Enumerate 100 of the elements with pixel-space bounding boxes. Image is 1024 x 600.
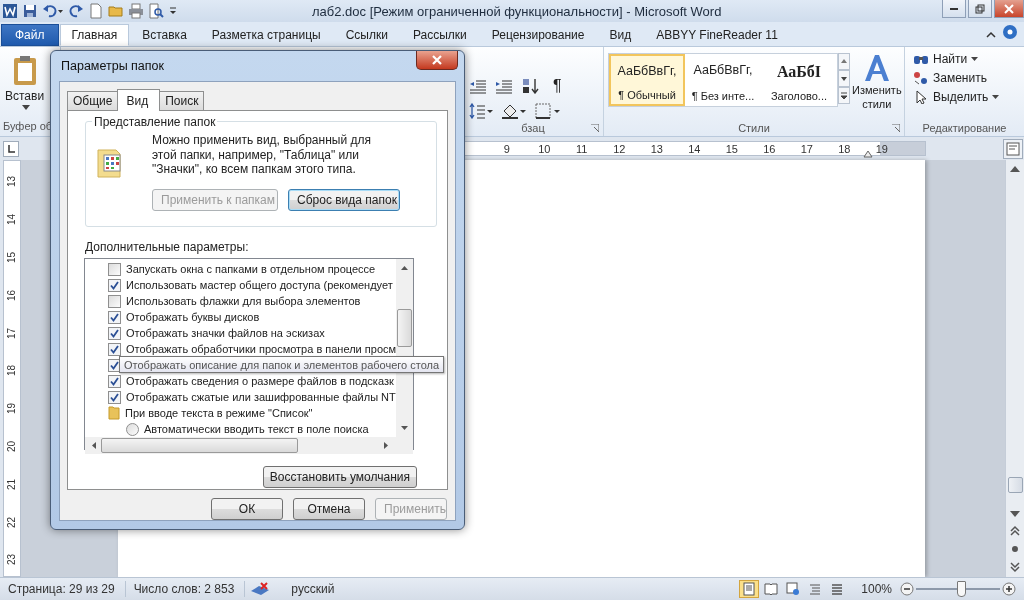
scroll-thumb[interactable] xyxy=(397,309,412,347)
dialog-tab[interactable]: Общие xyxy=(67,91,119,110)
caret-icon xyxy=(971,56,979,62)
replace-button[interactable]: Заменить xyxy=(913,70,1024,86)
ribbon-tab[interactable]: Рецензирование xyxy=(479,24,597,46)
minimize-icon xyxy=(950,7,958,10)
print-preview-icon[interactable] xyxy=(148,3,164,19)
ruler-number: 12 xyxy=(613,142,626,155)
radio-button[interactable] xyxy=(126,422,139,436)
borders-icon[interactable] xyxy=(535,103,561,119)
scroll-up-icon[interactable] xyxy=(1009,164,1021,174)
checkbox[interactable] xyxy=(108,262,121,276)
folder-grid-icon xyxy=(96,147,124,179)
setting-label: Отображать сведения о размере файлов в подсказк xyxy=(126,375,394,387)
collapse-ribbon-icon[interactable] xyxy=(986,30,996,40)
ruler-number: 9 xyxy=(503,142,510,155)
ruler-number: 23 xyxy=(6,554,18,566)
dialog-button[interactable]: Отмена xyxy=(293,498,365,520)
ruler-number: 16 xyxy=(763,142,776,155)
redo-icon[interactable] xyxy=(68,3,84,19)
ruler-toggle-button[interactable] xyxy=(1003,138,1023,159)
group-legend: Представление папок xyxy=(92,115,218,129)
zoom-in-icon[interactable] xyxy=(1002,582,1016,596)
ribbon-tab[interactable]: Файл xyxy=(1,24,59,46)
ribbon-tab[interactable]: Главная xyxy=(59,24,130,46)
printer-icon[interactable] xyxy=(128,3,144,19)
next-page-icon[interactable] xyxy=(1009,561,1021,573)
scroll-down-icon[interactable] xyxy=(838,70,850,87)
checkbox[interactable] xyxy=(108,390,121,404)
browse-object-icon[interactable] xyxy=(1009,543,1021,555)
checkbox[interactable] xyxy=(108,310,121,324)
more-icon[interactable] xyxy=(838,87,850,104)
word-count[interactable]: Число слов: 2 853 xyxy=(125,581,246,597)
minimize-button[interactable] xyxy=(942,0,966,18)
page-count[interactable]: Страница: 29 из 29 xyxy=(0,581,126,597)
ribbon-tab[interactable]: Рассылки xyxy=(400,24,479,46)
zoom-level[interactable]: 100% xyxy=(861,582,892,596)
checkbox[interactable] xyxy=(108,326,121,340)
dialog-title: Параметры папок xyxy=(60,59,164,73)
paste-button[interactable]: Встави xyxy=(5,89,45,103)
dialog-launcher-icon[interactable] xyxy=(892,124,900,132)
restore-defaults-button[interactable]: Восстановить умолчания xyxy=(262,466,417,488)
dialog-button[interactable]: ОК xyxy=(211,498,283,520)
select-button[interactable]: Выделить xyxy=(913,89,1024,105)
vertical-scrollbar[interactable] xyxy=(1005,160,1024,577)
zoom-slider-thumb[interactable] xyxy=(956,581,966,597)
scroll-left-icon[interactable] xyxy=(91,441,97,450)
scroll-right-icon[interactable] xyxy=(383,441,389,450)
checkbox[interactable] xyxy=(108,294,121,308)
style-item[interactable]: АаБбВвГг, ¶ Обычный xyxy=(609,54,685,106)
setting-label: Запускать окна с папками в отдельном процессе xyxy=(126,263,376,275)
line-spacing-icon[interactable] xyxy=(469,103,493,119)
ruler-number: 21 xyxy=(6,478,18,490)
ribbon-tab[interactable]: Разметка страницы xyxy=(199,24,333,46)
ribbon-tab[interactable]: Ссылки xyxy=(333,24,400,46)
shading-icon[interactable] xyxy=(501,103,527,119)
scroll-thumb[interactable] xyxy=(1007,477,1023,493)
view-button[interactable] xyxy=(739,580,760,598)
scroll-thumb[interactable] xyxy=(101,438,298,453)
decrease-indent-icon[interactable] xyxy=(469,78,487,94)
ribbon-tab[interactable]: ABBYY FineReader 11 xyxy=(644,24,790,46)
section-label: Дополнительные параметры: xyxy=(85,240,250,254)
help-icon[interactable] xyxy=(1002,24,1018,40)
ribbon-tab[interactable]: Вставка xyxy=(130,24,199,46)
caret-icon[interactable] xyxy=(22,105,30,111)
scroll-down-icon[interactable] xyxy=(1009,509,1021,519)
ruler-number: 11 xyxy=(576,142,588,155)
new-document-icon[interactable] xyxy=(88,3,104,19)
scroll-up-icon[interactable] xyxy=(838,53,850,70)
checkbox[interactable] xyxy=(108,342,121,356)
ribbon-tab[interactable]: Вид xyxy=(597,24,644,46)
restore-button[interactable] xyxy=(968,0,992,18)
checkbox[interactable] xyxy=(108,278,121,292)
checkbox[interactable] xyxy=(108,374,121,388)
language-indicator[interactable]: русский xyxy=(275,581,345,597)
lines-icon xyxy=(830,582,845,596)
folder-icon xyxy=(108,406,120,420)
setting-label: Отображать значки файлов на эскизах xyxy=(126,327,325,339)
previous-page-icon[interactable] xyxy=(1009,525,1021,537)
undo-icon[interactable] xyxy=(42,3,64,19)
tab-selector-button[interactable] xyxy=(3,140,19,157)
close-button[interactable] xyxy=(994,0,1024,18)
ruler-number: 14 xyxy=(6,214,18,226)
find-button[interactable]: Найти xyxy=(913,51,1024,67)
dialog-tab[interactable]: Вид xyxy=(117,89,161,111)
close-button[interactable] xyxy=(416,51,458,70)
zoom-out-icon[interactable] xyxy=(900,582,914,596)
scroll-up-icon[interactable] xyxy=(400,265,409,271)
vertical-ruler[interactable]: 13 14 15 16 17 18 19 20 21 22 23 xyxy=(3,160,21,577)
setting-label: Отображать сжатые или зашифрованные файлы NT xyxy=(126,391,396,403)
change-styles-button[interactable]: Изменить стили xyxy=(850,53,904,120)
dialog-tab[interactable]: Поиск xyxy=(159,91,205,110)
scroll-down-icon[interactable] xyxy=(400,425,409,431)
show-marks-button[interactable]: ¶ xyxy=(553,77,562,95)
sort-icon[interactable] xyxy=(521,78,541,94)
save-icon[interactable] xyxy=(22,3,38,19)
ruler-number: 13 xyxy=(6,176,18,188)
dialog-launcher-icon[interactable] xyxy=(591,124,599,132)
dialog-button[interactable]: Сброс вида папок xyxy=(288,188,400,211)
increase-indent-icon[interactable] xyxy=(495,78,513,94)
